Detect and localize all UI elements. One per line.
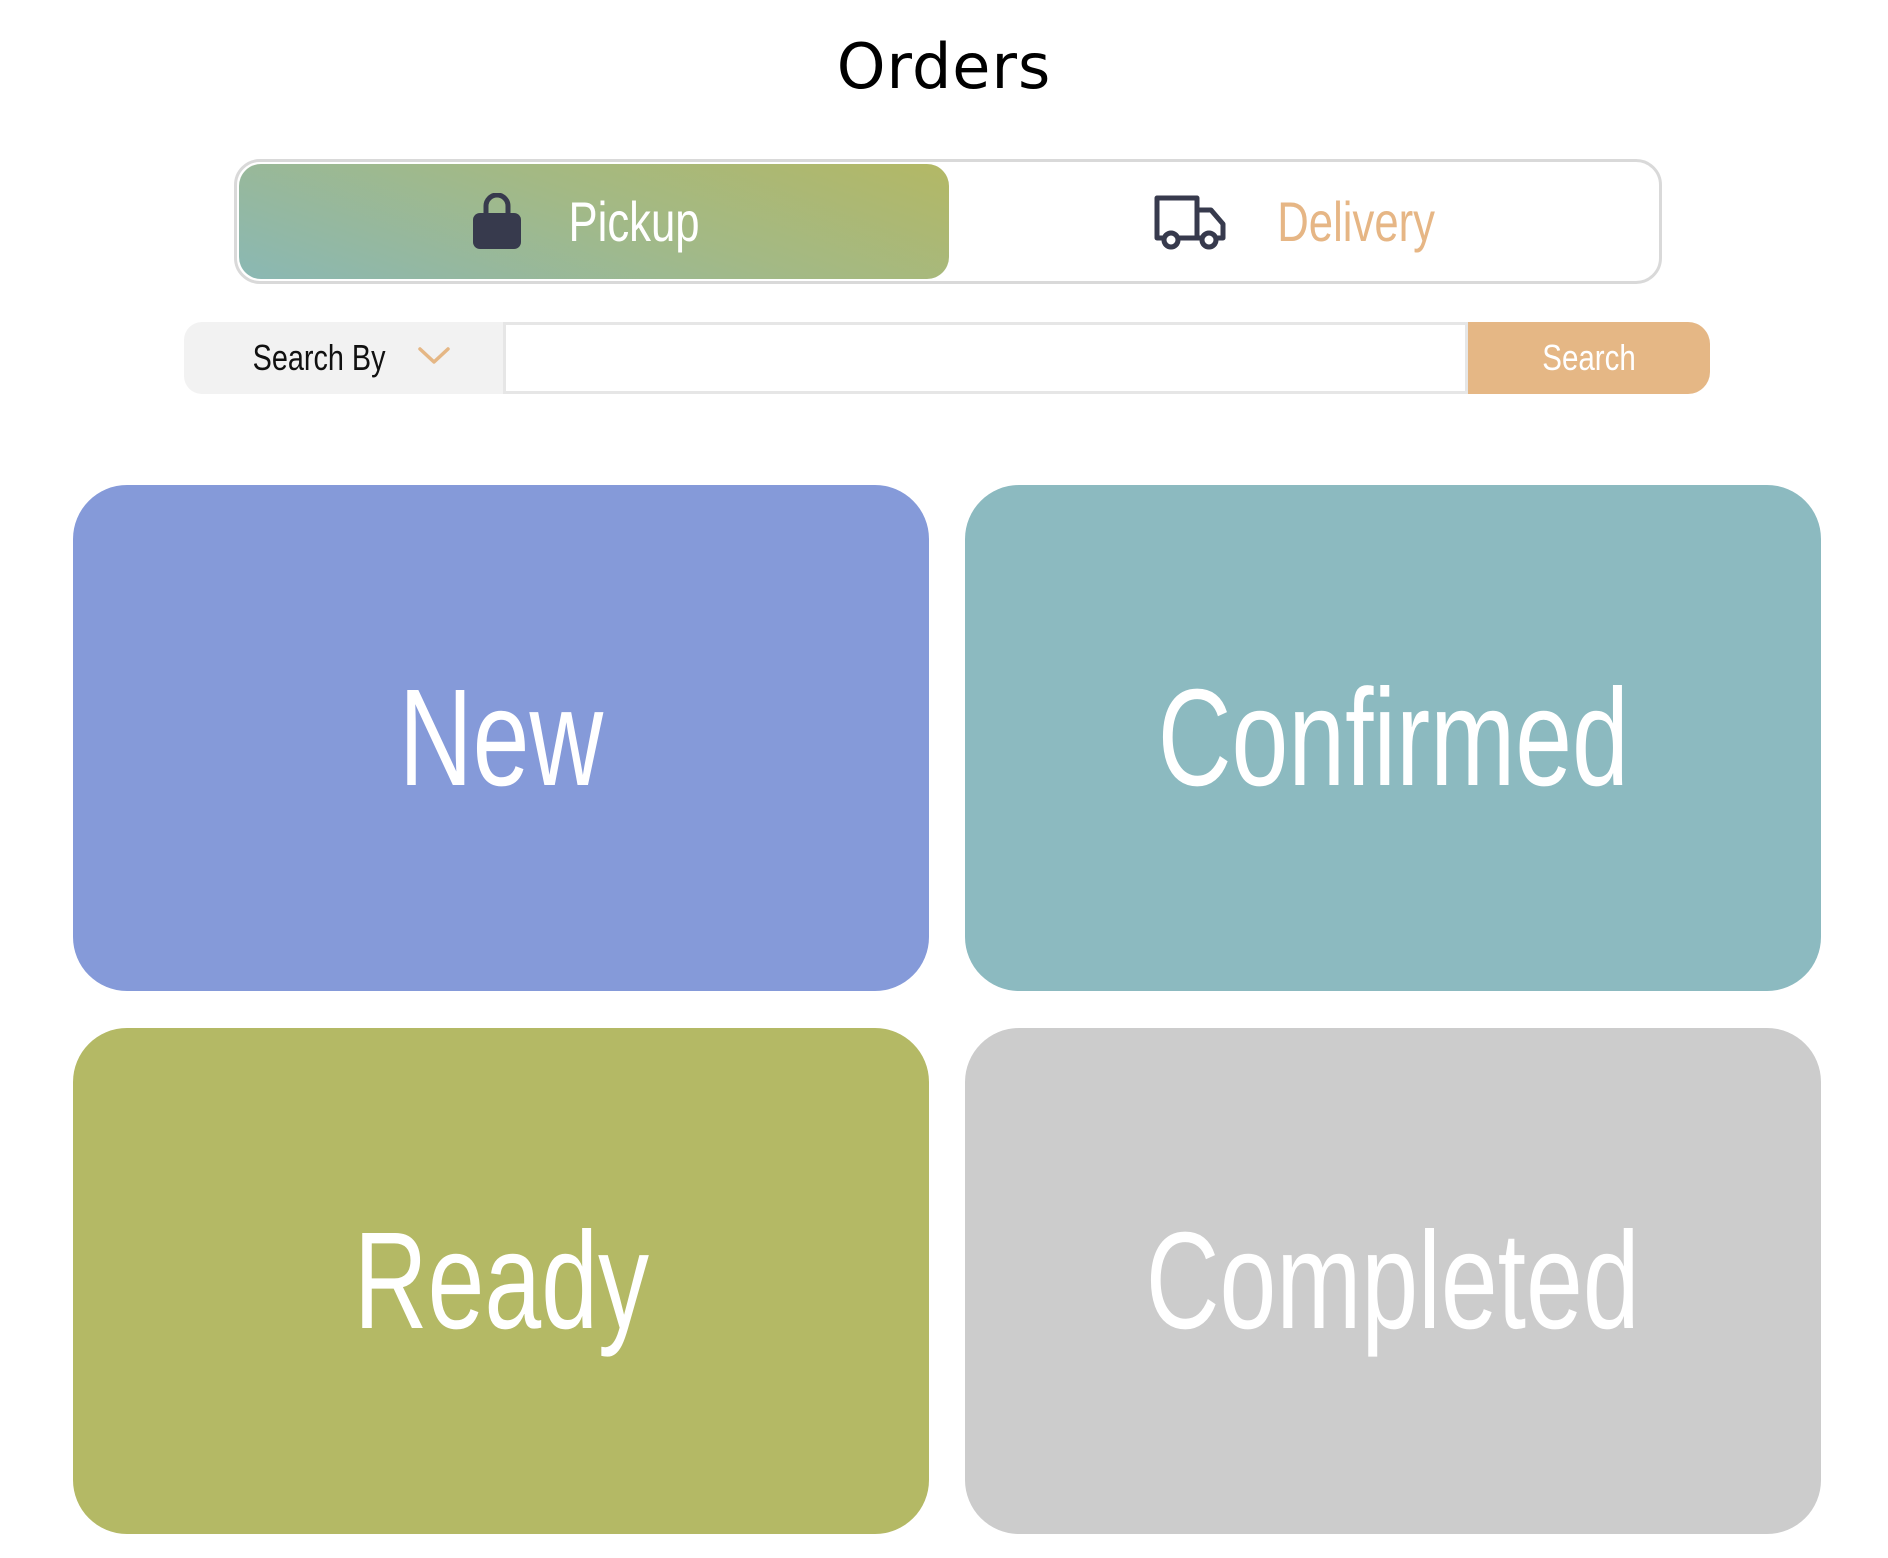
search-button[interactable]: Search (1468, 322, 1710, 394)
status-tile-label: New (398, 660, 604, 815)
status-tile-completed[interactable]: Completed (965, 1028, 1821, 1534)
status-tile-ready[interactable]: Ready (73, 1028, 929, 1534)
orders-page: Orders Pickup Delivery Search By Search … (0, 0, 1888, 1558)
status-tile-label: Completed (1146, 1203, 1640, 1358)
status-tile-label: Ready (353, 1203, 649, 1358)
order-type-toggle: Pickup Delivery (234, 159, 1662, 284)
search-by-label: Search By (253, 337, 386, 378)
status-tile-new[interactable]: New (73, 485, 929, 991)
search-button-label: Search (1542, 337, 1636, 378)
delivery-tab[interactable]: Delivery (949, 162, 1659, 281)
shopping-bag-icon (470, 192, 524, 251)
chevron-down-icon (417, 346, 451, 371)
delivery-tab-label: Delivery (1277, 190, 1435, 253)
pickup-tab[interactable]: Pickup (239, 164, 949, 279)
search-bar: Search By Search (184, 322, 1710, 394)
search-by-dropdown[interactable]: Search By (184, 322, 503, 394)
page-title: Orders (836, 30, 1052, 103)
search-input[interactable] (503, 322, 1468, 394)
pickup-tab-label: Pickup (568, 190, 700, 253)
truck-icon (1151, 192, 1229, 252)
status-tile-label: Confirmed (1157, 660, 1629, 815)
status-tile-confirmed[interactable]: Confirmed (965, 485, 1821, 991)
